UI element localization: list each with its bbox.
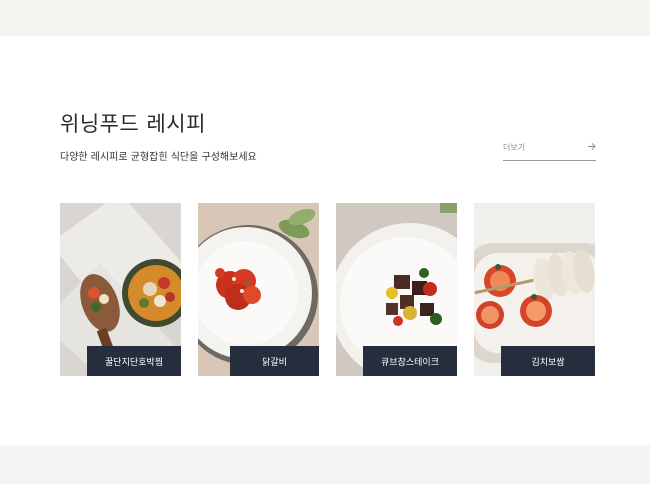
recipe-card[interactable]: 꿀단지단호박찜 [60, 203, 181, 376]
recipe-label: 닭갈비 [230, 346, 319, 376]
recipe-card[interactable]: 큐브참스테이크 [336, 203, 457, 376]
header-band [0, 0, 650, 36]
footer-band [0, 445, 650, 484]
recipe-card[interactable]: 닭갈비 [198, 203, 319, 376]
more-link[interactable]: 더보기 [503, 142, 596, 161]
section-subtitle: 다양한 레시피로 균형잡힌 식단을 구성해보세요 [60, 152, 257, 163]
recipe-label: 김치보쌈 [501, 346, 595, 376]
section-title: 위닝푸드 레시피 [60, 112, 206, 136]
recipe-card[interactable]: 김치보쌈 [474, 203, 595, 376]
more-label: 더보기 [503, 143, 526, 152]
recipe-label: 꿀단지단호박찜 [87, 346, 181, 376]
recipe-label: 큐브참스테이크 [363, 346, 457, 376]
arrow-right-icon [587, 143, 596, 150]
